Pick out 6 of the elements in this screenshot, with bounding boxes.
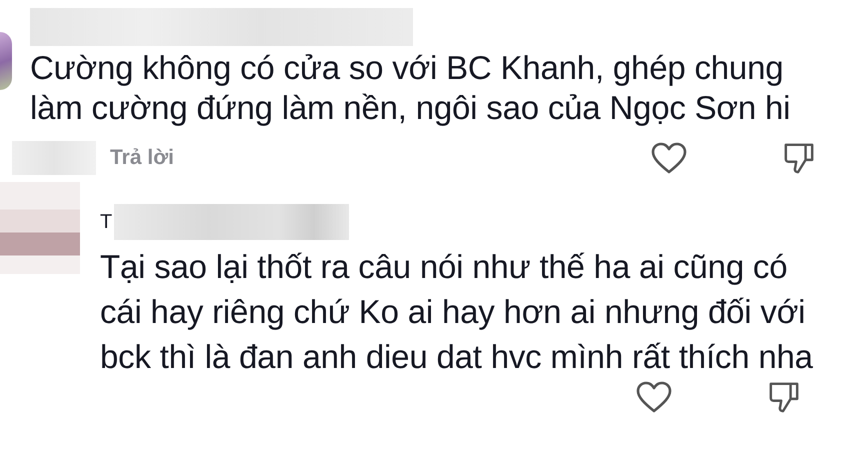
avatar[interactable] [0, 32, 12, 90]
comment-text: Cường không có cửa so với BC Khanh, ghép chung làm cường đứng làm nền, ngôi sao của Ngọc Sơn hi [30, 48, 792, 128]
username[interactable]: T [100, 210, 112, 234]
reply-text: Tại sao lại thốt ra câu nói như thế ha ai cũng có cái hay riêng chứ Ko ai hay hơn ai nhưng đối với bck thì là đan anh dieu dat hvc mình rất thích nha [100, 247, 814, 377]
heart-icon[interactable] [636, 381, 672, 413]
heart-icon[interactable] [651, 142, 687, 174]
